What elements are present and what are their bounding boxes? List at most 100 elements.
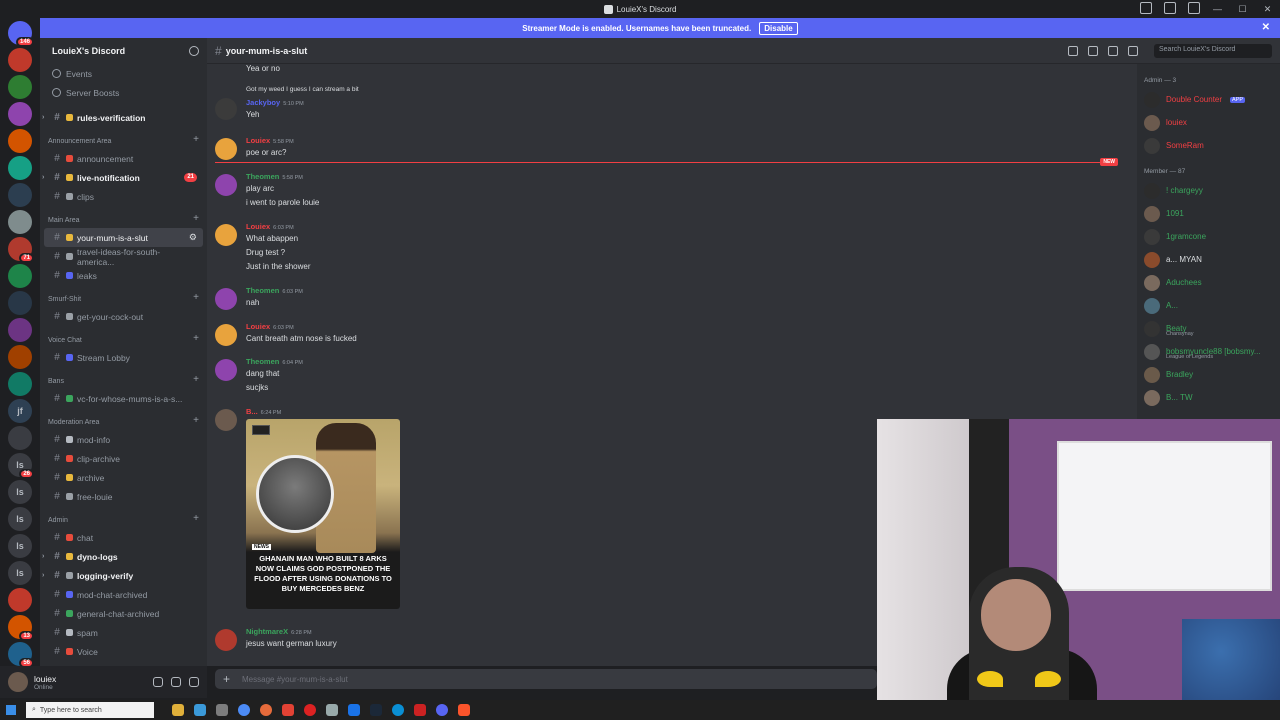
create-channel-plus-icon[interactable]: + (193, 415, 199, 426)
avatar[interactable] (1144, 205, 1160, 222)
channel-item[interactable]: # announcement (44, 149, 203, 168)
avatar[interactable] (215, 629, 237, 651)
category-header[interactable]: Bans + (40, 367, 207, 389)
channel-item[interactable]: # spam (44, 623, 203, 642)
search-input[interactable]: Search LouieX's Discord (1154, 43, 1272, 58)
store-icon[interactable] (194, 704, 206, 716)
server-icon[interactable] (8, 156, 32, 180)
settings-gear-icon[interactable] (189, 677, 199, 687)
channel-item[interactable]: # free-louie (44, 487, 203, 506)
category-header[interactable]: Moderation Area + (40, 408, 207, 430)
create-channel-plus-icon[interactable]: + (193, 213, 199, 224)
server-icon[interactable]: ls (8, 480, 32, 504)
channel-item[interactable]: # clips (44, 187, 203, 206)
message-author[interactable]: Theomen (246, 357, 279, 366)
server-icon[interactable] (8, 588, 32, 612)
avatar[interactable] (215, 224, 237, 246)
member-item[interactable]: Bradley (1137, 363, 1280, 386)
sidebar-item-server-boosts[interactable]: Server Boosts (40, 83, 207, 102)
category-header[interactable]: Smurf-Shit + (40, 285, 207, 307)
avatar[interactable] (215, 98, 237, 120)
avatar[interactable] (1144, 114, 1160, 131)
app-icon[interactable] (326, 704, 338, 716)
avatar[interactable] (1144, 182, 1160, 199)
message[interactable]: Theomen 6:03 PM nah (215, 286, 1115, 316)
message-author[interactable]: NightmareX (246, 627, 288, 636)
member-item[interactable]: ! chargeyy (1137, 179, 1280, 202)
message-author[interactable]: Theomen (246, 172, 279, 181)
member-item[interactable]: Aduchees (1137, 271, 1280, 294)
file-explorer-icon[interactable] (172, 704, 184, 716)
disable-streamer-mode-button[interactable]: Disable (759, 21, 798, 35)
server-icon[interactable] (8, 183, 32, 207)
member-list-icon[interactable] (1128, 45, 1138, 56)
server-icon[interactable] (8, 210, 32, 234)
app-icon[interactable] (348, 704, 360, 716)
channel-item[interactable]: › # dyno-logs (42, 547, 203, 566)
server-icon[interactable] (8, 372, 32, 396)
channel-item[interactable]: # chat (44, 528, 203, 547)
avatar[interactable] (1144, 137, 1160, 154)
headphones-icon[interactable] (171, 677, 181, 687)
pin-icon[interactable] (1108, 45, 1118, 56)
message[interactable]: Louiex 6:03 PM What abappen Drug test ? Just… (215, 222, 1115, 271)
server-icon[interactable]: ls (8, 561, 32, 585)
server-icon[interactable] (8, 291, 32, 315)
channel-item[interactable]: # your-mum-is-a-slut ⚙ (44, 228, 203, 247)
message-author[interactable]: Louiex (246, 136, 270, 145)
message-author[interactable]: Theomen (246, 286, 279, 295)
news-image-attachment[interactable]: NEWS GHANAIN MAN WHO BUILT 8 ARKS NOW CL… (246, 419, 400, 609)
help-icon[interactable] (1188, 2, 1200, 14)
avatar[interactable] (215, 409, 237, 431)
channel-item[interactable]: # get-your-cock-out (44, 307, 203, 326)
banner-close-icon[interactable]: ✕ (1262, 22, 1270, 33)
notification-bell-icon[interactable] (1088, 45, 1098, 56)
category-header[interactable]: Announcement Area + (40, 127, 207, 149)
member-item[interactable]: bobsmyuncle88 [bobsmy... League of Legend… (1137, 340, 1280, 363)
member-item[interactable]: A... (1137, 294, 1280, 317)
channel-item[interactable]: # Stream Lobby (44, 348, 203, 367)
message-author[interactable]: Louiex (246, 322, 270, 331)
channel-item[interactable]: # travel-ideas-for-south-america... (44, 247, 203, 267)
channel-item[interactable]: › # logging-verify (42, 566, 203, 585)
server-icon[interactable] (8, 345, 32, 369)
inbox-icon[interactable] (1140, 2, 1152, 14)
server-icon[interactable] (8, 48, 32, 72)
member-item[interactable]: B... TW (1137, 386, 1280, 409)
close-window-icon[interactable]: ✕ (1255, 4, 1280, 15)
category-header[interactable]: Main Area + (40, 206, 207, 228)
sidebar-item-events[interactable]: Events (40, 64, 207, 83)
member-item[interactable]: a... MYAN (1137, 248, 1280, 271)
maximize-icon[interactable]: ☐ (1230, 4, 1255, 15)
create-channel-plus-icon[interactable]: + (193, 292, 199, 303)
server-icon[interactable] (8, 75, 32, 99)
avatar[interactable] (1144, 320, 1160, 337)
server-icon[interactable] (8, 264, 32, 288)
avatar[interactable] (1144, 343, 1160, 360)
server-icon[interactable]: 146 (8, 21, 34, 47)
server-icon[interactable]: 71 (8, 237, 34, 263)
member-item[interactable]: Double Counter APP (1137, 88, 1280, 111)
task-view-icon[interactable] (216, 704, 228, 716)
app-icon[interactable] (414, 704, 426, 716)
create-channel-plus-icon[interactable]: + (193, 134, 199, 145)
category-header[interactable]: Admin + (40, 506, 207, 528)
create-channel-plus-icon[interactable]: + (193, 374, 199, 385)
avatar[interactable] (1144, 297, 1160, 314)
message[interactable]: Got my weed I guess I can stream a bit Ja… (215, 86, 1115, 120)
member-item[interactable]: SomeRam (1137, 134, 1280, 157)
channel-item[interactable]: # leaks (44, 266, 203, 285)
discord-taskbar-icon[interactable] (436, 704, 448, 716)
minimize-icon[interactable]: — (1205, 4, 1230, 14)
member-item[interactable]: Beaty Chansynay (1137, 317, 1280, 340)
message[interactable]: Theomen 6:04 PM dang that sucjks (215, 357, 1115, 392)
avatar[interactable] (8, 672, 28, 692)
guild-header[interactable]: LouieX's Discord (40, 38, 207, 64)
brave-icon[interactable] (458, 704, 470, 716)
avatar[interactable] (1144, 91, 1160, 108)
channel-rules-verification[interactable]: › # rules-verification (42, 108, 203, 127)
channel-item[interactable]: # mod-chat-archived (44, 585, 203, 604)
server-icon[interactable]: ls (8, 507, 32, 531)
server-icon[interactable]: ls (8, 534, 32, 558)
invite-people-icon[interactable] (189, 46, 199, 56)
